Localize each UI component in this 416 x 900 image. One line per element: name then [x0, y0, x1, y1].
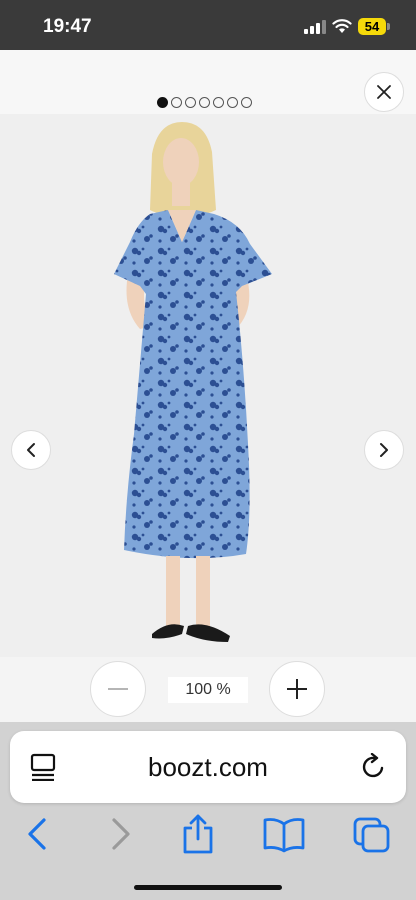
chevron-left-icon	[27, 443, 35, 457]
bookmarks-icon[interactable]	[262, 814, 306, 854]
minus-icon	[108, 688, 128, 690]
browser-chrome: boozt.com	[0, 722, 416, 900]
home-indicator[interactable]	[134, 885, 282, 890]
url-text: boozt.com	[148, 752, 268, 782]
pagination-dot[interactable]	[185, 97, 196, 108]
pagination-dot[interactable]	[227, 97, 238, 108]
address-bar[interactable]: boozt.com	[10, 731, 406, 803]
battery-tip	[387, 23, 390, 30]
next-image-button[interactable]	[364, 430, 404, 470]
zoom-in-button[interactable]	[269, 661, 325, 717]
plus-icon	[287, 679, 307, 699]
forward-icon[interactable]	[108, 814, 134, 854]
chevron-right-icon	[380, 443, 388, 457]
image-pagination	[157, 97, 252, 109]
close-icon	[377, 85, 391, 99]
wifi-icon	[332, 19, 352, 33]
status-time: 19:47	[43, 16, 92, 37]
signal-icon	[304, 20, 326, 34]
status-bar: 19:47 54	[0, 0, 416, 50]
pagination-dot[interactable]	[157, 97, 168, 108]
tabs-icon[interactable]	[352, 814, 392, 854]
back-icon[interactable]	[24, 814, 50, 854]
viewer-header	[0, 50, 416, 114]
zoom-level: 100 %	[168, 677, 248, 703]
share-icon[interactable]	[180, 814, 216, 854]
battery-icon: 54	[358, 18, 386, 35]
image-viewer: 100 %	[0, 50, 416, 722]
pagination-dot[interactable]	[199, 97, 210, 108]
product-photo[interactable]	[0, 114, 416, 657]
pagination-dot[interactable]	[241, 97, 252, 108]
pagination-dot[interactable]	[213, 97, 224, 108]
close-button[interactable]	[364, 72, 404, 112]
zoom-controls: 100 %	[0, 657, 416, 722]
reload-icon[interactable]	[360, 753, 388, 781]
previous-image-button[interactable]	[11, 430, 51, 470]
model-in-blue-floral-dress	[114, 122, 272, 642]
zoom-out-button[interactable]	[90, 661, 146, 717]
pagination-dot[interactable]	[171, 97, 182, 108]
